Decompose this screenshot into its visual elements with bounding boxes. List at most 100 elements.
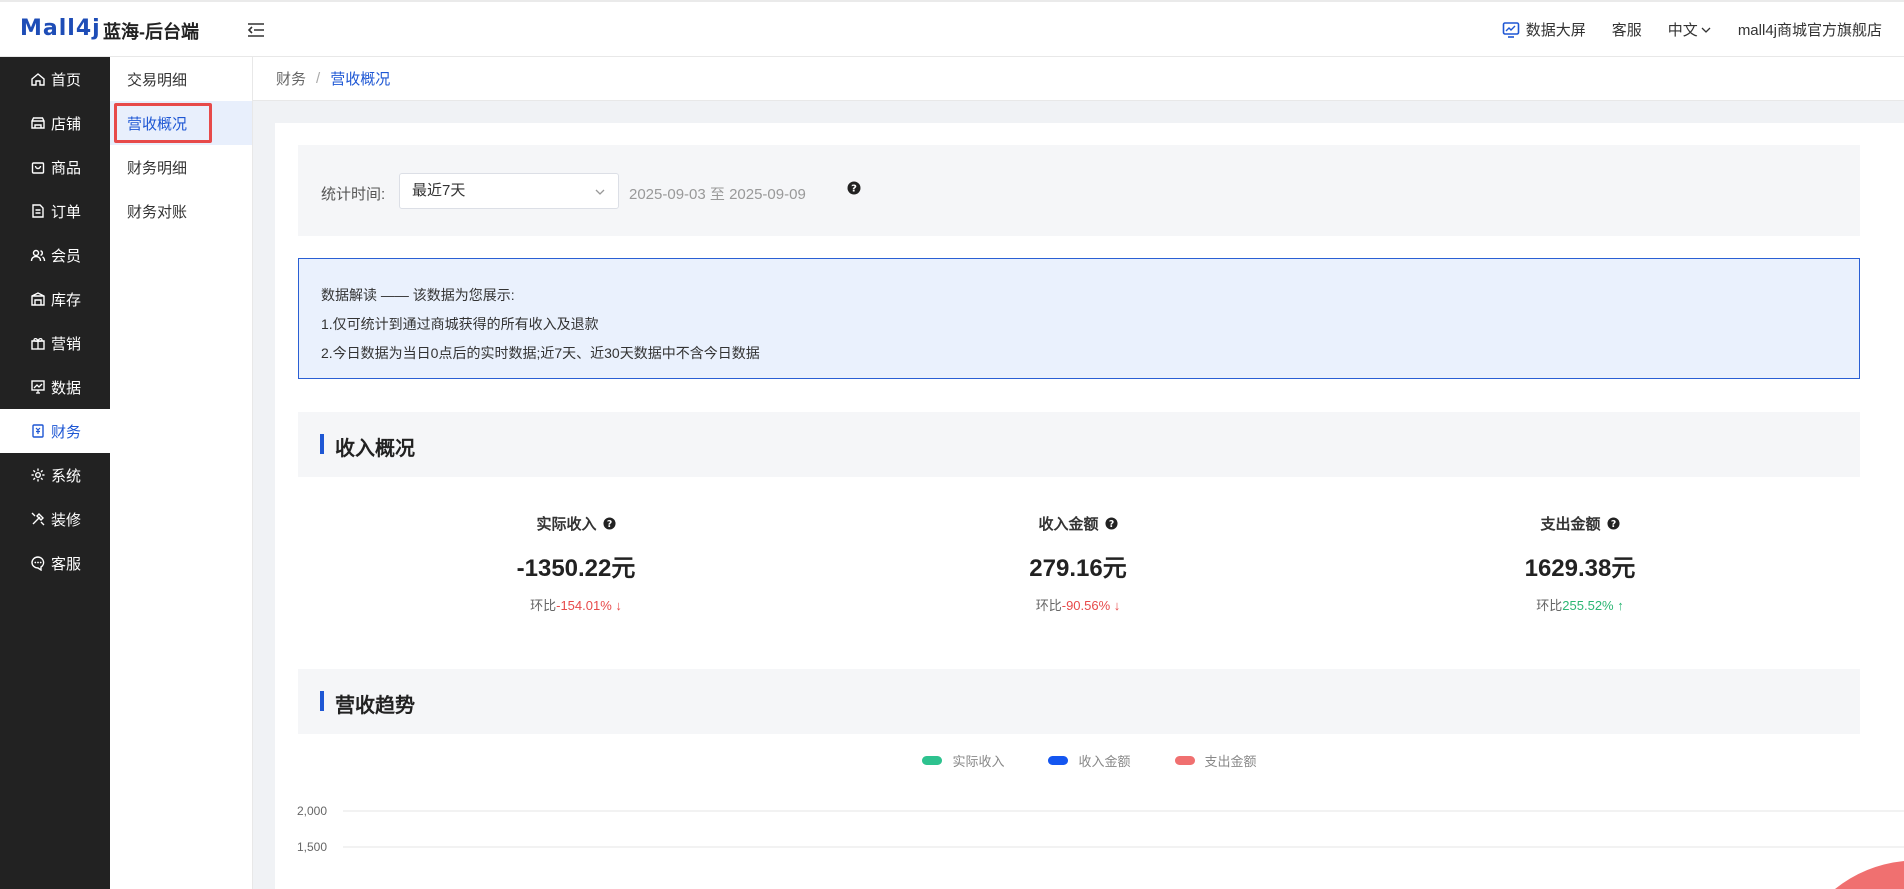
data-notice: 数据解读 —— 该数据为您展示: 1.仅可统计到通过商城获得的所有收入及退款 2… (298, 258, 1860, 379)
help-icon[interactable]: ? (602, 517, 616, 530)
main-content: 统计时间: 最近7天 2025-09-03 至 2025-09-09 ? 数据解… (275, 123, 1904, 889)
stat-value: -1350.22元 (516, 555, 636, 582)
sidebar-item-4[interactable]: 会员 (0, 233, 110, 277)
legend-label: 收入金额 (1078, 754, 1131, 769)
section-accent-bar (320, 434, 324, 454)
sidebar-item-label: 订单 (51, 203, 82, 221)
submenu-item-2[interactable]: 财务明细 (110, 145, 252, 189)
submenu-item-label: 财务明细 (127, 159, 188, 177)
legend-item[interactable]: 实际收入 (922, 751, 1004, 770)
submenu-item-3[interactable]: 财务对账 (110, 189, 252, 233)
legend-swatch (922, 756, 943, 765)
sidebar-item-label: 客服 (51, 555, 82, 573)
highlight-box (114, 103, 212, 143)
trend-section-header: 营收趋势 (298, 669, 1860, 734)
legend-label: 实际收入 (952, 754, 1005, 769)
data-screen-label: 数据大屏 (1525, 22, 1586, 39)
chat-icon (31, 556, 45, 571)
revenue-trend-chart: 2,000 1,500 (297, 804, 1904, 889)
warehouse-icon (31, 292, 45, 306)
series-mark (1835, 861, 1904, 889)
sidebar-item-label: 财务 (51, 423, 82, 441)
breadcrumb-separator: / (316, 70, 321, 87)
stat-label: 收入金额? (1038, 513, 1118, 534)
gift-icon (31, 337, 45, 350)
sidebar-item-label: 装修 (51, 511, 82, 529)
time-range-select[interactable]: 最近7天 (399, 173, 619, 209)
notice-line: 1.仅可统计到通过商城获得的所有收入及退款 (321, 316, 599, 332)
decorate-icon (31, 512, 45, 526)
sidebar-item-label: 系统 (51, 467, 82, 485)
stat-change: 环比-90.56% ↓ (1035, 598, 1121, 613)
collapse-menu-icon[interactable] (246, 20, 266, 40)
monitor-icon (1502, 21, 1520, 38)
stat-value: 279.16元 (1029, 555, 1127, 582)
svg-text:?: ? (1108, 519, 1113, 530)
main-sidebar: 首页店铺商品订单会员库存营销 数据财务系统装修客服 (0, 57, 110, 889)
filter-panel: 统计时间: 最近7天 2025-09-03 至 2025-09-09 ? (298, 145, 1860, 236)
chevron-down-icon (1701, 27, 1711, 33)
notice-line: 数据解读 —— 该数据为您展示: (321, 287, 515, 303)
chevron-down-icon (595, 189, 605, 195)
order-icon (32, 204, 44, 218)
time-range-value: 最近7天 (412, 182, 466, 199)
income-section-header: 收入概况 (298, 412, 1860, 477)
help-icon[interactable]: ? (1606, 517, 1620, 530)
legend-item[interactable]: 支出金额 (1174, 751, 1257, 770)
trend-section-title: 营收趋势 (335, 695, 415, 717)
data-screen-link[interactable]: 数据大屏 (1502, 19, 1586, 40)
logo[interactable]: Mall4j (20, 16, 101, 41)
sidebar-item-9[interactable]: 系统 (0, 453, 110, 497)
stat-value: 1629.38元 (1524, 555, 1636, 582)
top-header: Mall4j 蓝海-后台端 数据大屏 客服 中文 mall4j商城官方旗舰店 (0, 0, 1904, 57)
sidebar-item-label: 会员 (51, 247, 82, 265)
svg-text:?: ? (851, 184, 857, 195)
sidebar-item-11[interactable]: 客服 (0, 541, 110, 585)
sidebar-item-8[interactable]: 财务 (0, 409, 110, 453)
sidebar-item-6[interactable]: 营销 (0, 321, 110, 365)
help-icon[interactable]: ? (1104, 517, 1118, 530)
gear-icon (31, 468, 45, 482)
language-select[interactable]: 中文 (1668, 19, 1712, 40)
breadcrumb: 财务 / 营收概况 (253, 57, 1904, 101)
filter-label: 统计时间: (321, 186, 386, 203)
sidebar-item-label: 首页 (51, 71, 82, 89)
svg-text:?: ? (1610, 519, 1615, 530)
sidebar-item-7[interactable]: 数据 (0, 365, 110, 409)
date-range: 2025-09-03 至 2025-09-09 (629, 186, 806, 203)
header-actions: 数据大屏 客服 中文 mall4j商城官方旗舰店 (1502, 2, 1904, 57)
chart-board-icon (31, 380, 45, 394)
svg-text:?: ? (606, 519, 611, 530)
member-icon (30, 249, 46, 262)
help-icon[interactable]: ? (847, 181, 861, 195)
submenu-item-1[interactable]: 营收概况 (110, 101, 252, 145)
breadcrumb-parent[interactable]: 财务 (276, 68, 306, 89)
shop-name[interactable]: mall4j商城官方旗舰店 (1738, 19, 1882, 40)
sidebar-item-10[interactable]: 装修 (0, 497, 110, 541)
stat-change: 环比-154.01% ↓ (530, 598, 622, 613)
sidebar-item-label: 库存 (51, 291, 82, 309)
y-tick-label: 1,500 (297, 840, 327, 854)
home-icon (31, 73, 45, 86)
income-section-title: 收入概况 (335, 438, 415, 460)
stat-label: 实际收入? (536, 513, 616, 534)
stat-card: 收入金额? 279.16元环比-90.56% ↓ (928, 513, 1228, 614)
sidebar-item-0[interactable]: 首页 (0, 57, 110, 101)
notice-line: 2.今日数据为当日0点后的实时数据;近7天、近30天数据中不含今日数据 (321, 345, 760, 361)
chart-legend: 实际收入 收入金额 支出金额 (275, 751, 1904, 770)
section-accent-bar (320, 691, 324, 711)
sidebar-item-1[interactable]: 店铺 (0, 101, 110, 145)
y-tick-label: 2,000 (297, 804, 327, 818)
service-link[interactable]: 客服 (1612, 19, 1642, 40)
arrow-down-icon: ↓ (611, 598, 622, 613)
submenu-item-0[interactable]: 交易明细 (110, 57, 252, 101)
legend-swatch (1048, 756, 1069, 765)
legend-swatch (1174, 756, 1195, 765)
stat-change: 环比255.52% ↑ (1536, 598, 1624, 613)
legend-item[interactable]: 收入金额 (1048, 751, 1131, 770)
sidebar-item-5[interactable]: 库存 (0, 277, 110, 321)
sidebar-item-3[interactable]: 订单 (0, 189, 110, 233)
submenu-item-label: 财务对账 (127, 203, 188, 221)
sidebar-item-2[interactable]: 商品 (0, 145, 110, 189)
sidebar-item-label: 店铺 (51, 115, 82, 133)
